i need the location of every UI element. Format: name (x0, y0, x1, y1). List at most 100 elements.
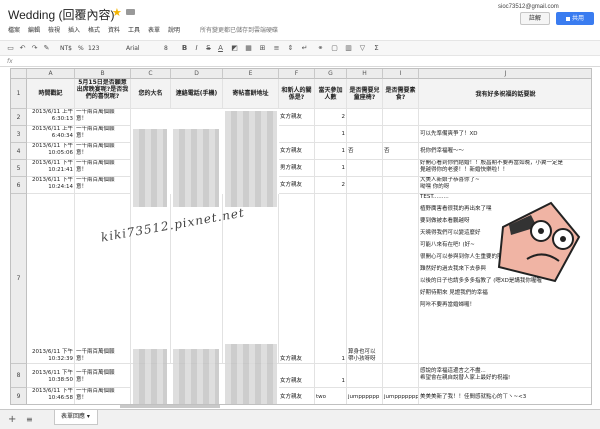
folder-icon[interactable] (126, 9, 135, 15)
cell-guest-count[interactable]: 1 (315, 143, 347, 160)
row-header[interactable]: 8 (11, 364, 27, 388)
cell-timestamp[interactable]: 2013/6/11 下午 10:46:58 (27, 388, 75, 404)
cell-wishes[interactable]: 好開心看到你們結婚！！殷昌期不要再當如晚，小翼一定是 覺越得你的老婆！！新婚快樂… (419, 160, 591, 177)
borders-icon[interactable]: ▦ (244, 44, 253, 53)
cell-relation[interactable]: 女方親友 (279, 109, 315, 126)
row-header[interactable]: 4 (11, 143, 27, 160)
cell-guest-count[interactable]: two (315, 388, 347, 404)
header-child-seat[interactable]: 是否需要兒童座椅? (347, 79, 383, 109)
row-header[interactable]: 2 (11, 109, 27, 126)
select-all-corner[interactable] (11, 69, 27, 79)
cell-timestamp[interactable]: 2013/6/11 下午 10:24:14 (27, 177, 75, 194)
horizontal-scrollbar[interactable] (120, 405, 220, 408)
undo-icon[interactable]: ↶ (18, 44, 27, 53)
menu-data[interactable]: 資料 (108, 25, 120, 34)
cell-vegetarian[interactable]: jumppppppp (383, 388, 419, 404)
cell-vegetarian[interactable] (383, 177, 419, 194)
cell-wishes[interactable]: 美美美新了我！！佳間感就點心的ㄒヽ~<3 (419, 388, 591, 404)
cell-child-seat[interactable] (347, 160, 383, 177)
cell-guest-count[interactable]: 1 (315, 194, 347, 364)
cell-guest-count[interactable]: 1 (315, 126, 347, 143)
cell-timestamp[interactable]: 2013/6/11 下午 10:32:39 (27, 194, 75, 364)
row-header[interactable]: 1 (11, 79, 27, 109)
filter-icon[interactable]: ▽ (358, 44, 367, 53)
cell-guest-count[interactable]: 1 (315, 364, 347, 388)
cell-attendance[interactable]: 一千兩百萬個願 意！ (75, 160, 131, 177)
cell-vegetarian[interactable] (383, 194, 419, 364)
font-select[interactable]: Arial (126, 45, 140, 52)
header-vegetarian[interactable]: 是否需要素食? (383, 79, 419, 109)
cell-child-seat[interactable]: 算身也可以 帶小孩呀呀 (347, 194, 383, 364)
cell-attendance[interactable]: 一千兩百萬個願 意！ (75, 126, 131, 143)
text-color-icon[interactable]: A (216, 44, 225, 53)
cell-attendance[interactable]: 一千兩百萬個願 意！ (75, 177, 131, 194)
header-address[interactable]: 寄帖喜餅地址 (223, 79, 279, 109)
insert-link-icon[interactable]: ⚭ (316, 44, 325, 53)
cell-child-seat[interactable] (347, 364, 383, 388)
cell-child-seat[interactable] (347, 177, 383, 194)
cell-timestamp[interactable]: 2013/6/11 上午 6:40:34 (27, 126, 75, 143)
strikethrough-icon[interactable]: S (204, 44, 213, 53)
sheet-tab[interactable]: 表單回應 ▾ (54, 410, 98, 425)
header-name[interactable]: 您的大名 (131, 79, 171, 109)
cell-attendance[interactable]: 一千兩百萬個願 意！ (75, 143, 131, 160)
cell-relation[interactable]: 女方親友 (279, 177, 315, 194)
formula-bar[interactable]: fx (0, 57, 600, 67)
column-header-j[interactable]: J (419, 69, 591, 79)
percent-format[interactable]: % (78, 45, 84, 52)
column-header-e[interactable]: E (223, 69, 279, 79)
menu-insert[interactable]: 插入 (68, 25, 80, 34)
cell-child-seat[interactable]: 否 (347, 143, 383, 160)
cell-relation[interactable]: 女方親友 (279, 364, 315, 388)
cell-wishes[interactable] (419, 109, 591, 126)
cell-relation[interactable]: 女方親友 (279, 194, 315, 364)
insert-comment-icon[interactable]: ▢ (330, 44, 339, 53)
cell-attendance[interactable]: 一千兩百萬個願 意！ (75, 388, 131, 404)
cell-vegetarian[interactable]: 否 (383, 143, 419, 160)
font-size-select[interactable]: 8 (164, 45, 168, 52)
cell-vegetarian[interactable] (383, 109, 419, 126)
column-header-f[interactable]: F (279, 69, 315, 79)
cell-vegetarian[interactable] (383, 364, 419, 388)
cell-child-seat[interactable] (347, 126, 383, 143)
column-header-b[interactable]: B (75, 69, 131, 79)
add-sheet-icon[interactable]: + (8, 414, 16, 425)
column-header-d[interactable]: D (171, 69, 223, 79)
merge-cells-icon[interactable]: ⊞ (258, 44, 267, 53)
cell-relation[interactable] (279, 126, 315, 143)
cell-timestamp[interactable]: 2013/6/11 下午 10:38:50 (27, 364, 75, 388)
valign-icon[interactable]: ⇕ (286, 44, 295, 53)
header-attendance[interactable]: 5月15日是否願意出席晚宴呢?是否我們的喜悅呢? (75, 79, 131, 109)
column-header-i[interactable]: I (383, 69, 419, 79)
column-header-h[interactable]: H (347, 69, 383, 79)
number-format[interactable]: 123 (88, 45, 99, 52)
menu-tools[interactable]: 工具 (128, 25, 140, 34)
fill-color-icon[interactable]: ◩ (230, 44, 239, 53)
cell-guest-count[interactable]: 1 (315, 160, 347, 177)
column-header-c[interactable]: C (131, 69, 171, 79)
cell-timestamp[interactable]: 2013/6/11 下午 10:05:06 (27, 143, 75, 160)
insert-chart-icon[interactable]: ▥ (344, 44, 353, 53)
cell-vegetarian[interactable] (383, 126, 419, 143)
cell-attendance[interactable]: 一千兩百萬個願 意！ (75, 109, 131, 126)
comments-button[interactable]: 註解 (520, 12, 550, 25)
sheet-list-icon[interactable]: ≡ (26, 415, 33, 424)
menu-edit[interactable]: 編輯 (28, 25, 40, 34)
functions-icon[interactable]: Σ (372, 44, 381, 53)
cell-timestamp[interactable]: 2013/6/11 上午 6:30:13 (27, 109, 75, 126)
cell-guest-count[interactable]: 2 (315, 177, 347, 194)
bold-icon[interactable]: B (180, 44, 189, 53)
menu-form[interactable]: 表單 (148, 25, 160, 34)
cell-relation[interactable]: 男方親友 (279, 160, 315, 177)
menu-file[interactable]: 檔案 (8, 25, 20, 34)
menu-view[interactable]: 檢視 (48, 25, 60, 34)
paint-format-icon[interactable]: ✎ (42, 44, 51, 53)
header-phone[interactable]: 連絡電話(手機) (171, 79, 223, 109)
share-button[interactable]: 共用 (556, 12, 594, 25)
header-relation[interactable]: 和新人的關係是? (279, 79, 315, 109)
row-header[interactable]: 9 (11, 388, 27, 404)
column-header-g[interactable]: G (315, 69, 347, 79)
user-email[interactable]: sioc73512@gmail.com (498, 4, 559, 10)
document-title[interactable]: Wedding (回覆內容) (8, 6, 114, 23)
cell-attendance[interactable]: 一千兩百萬個願 意！ (75, 364, 131, 388)
